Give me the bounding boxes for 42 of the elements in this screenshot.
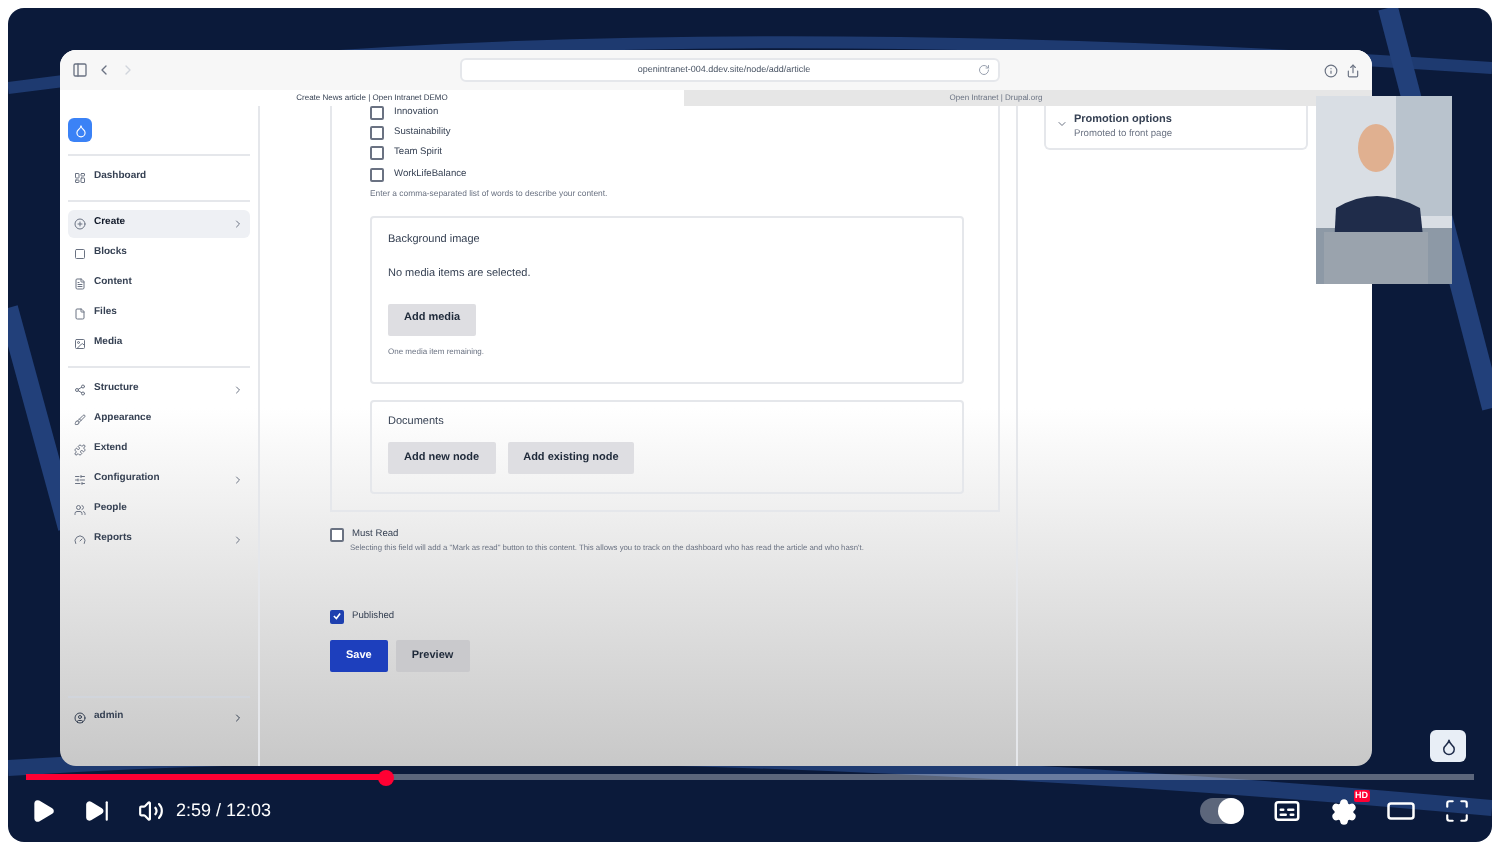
tag-checkbox[interactable] (370, 146, 384, 161)
next-icon[interactable] (84, 798, 110, 824)
must-read-checkbox[interactable] (330, 527, 344, 542)
user-icon (74, 712, 86, 724)
square-icon (74, 248, 86, 260)
published-checkbox[interactable] (330, 609, 344, 624)
channel-icon[interactable] (1430, 730, 1466, 762)
settings-icon[interactable] (1330, 797, 1358, 825)
volume-icon[interactable] (138, 798, 164, 824)
users-icon (74, 504, 86, 516)
sliders-icon (74, 474, 86, 486)
chevron-right-icon (232, 712, 244, 724)
dashboard-icon (74, 172, 86, 184)
back-icon[interactable] (96, 62, 112, 78)
share-icon[interactable] (1346, 63, 1360, 77)
tag-checkbox[interactable] (370, 106, 384, 121)
chevron-right-icon (232, 534, 244, 546)
fullscreen-icon[interactable] (1444, 798, 1470, 824)
subtitles-icon[interactable] (1272, 796, 1302, 826)
progress-handle[interactable] (377, 769, 394, 785)
chevron-right-icon (232, 474, 244, 486)
sidebar-toggle-icon[interactable] (72, 62, 88, 78)
chevron-down-icon (1056, 118, 1068, 130)
chevron-right-icon (232, 384, 244, 396)
tag-checkbox[interactable] (370, 126, 384, 141)
play-icon[interactable] (30, 798, 56, 824)
puzzle-icon (74, 444, 86, 456)
info-icon[interactable] (1324, 63, 1338, 77)
gauge-icon (74, 534, 86, 546)
file-icon (74, 308, 86, 320)
logo-icon[interactable] (68, 118, 92, 142)
autoplay-toggle[interactable] (1200, 798, 1244, 824)
plus-circle-icon (74, 218, 86, 230)
document-icon (74, 278, 86, 290)
image-icon (74, 338, 86, 350)
theater-mode-icon[interactable] (1386, 796, 1416, 826)
time-display: 2:59 / 12:03 (176, 797, 272, 824)
reload-icon[interactable] (978, 64, 990, 76)
share-icon (74, 384, 86, 396)
chevron-right-icon (232, 218, 244, 230)
brush-icon (74, 414, 86, 426)
tag-checkbox[interactable] (370, 167, 384, 182)
